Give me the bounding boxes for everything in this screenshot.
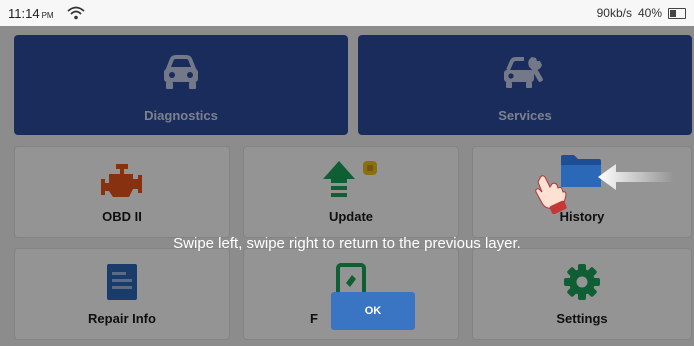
tutorial-message: Swipe left, swipe right to return to the… (173, 235, 521, 252)
ok-button[interactable]: OK (331, 292, 415, 330)
status-time: 11:14 PM (8, 6, 54, 21)
status-bar: 11:14 PM 90kb/s 40% (0, 0, 694, 26)
network-speed: 90kb/s (596, 6, 632, 20)
swipe-left-arrow-icon (598, 164, 674, 190)
clock-time: 11:14 (8, 6, 40, 21)
battery-percent: 40% (637, 6, 662, 20)
battery-icon (668, 7, 686, 19)
status-right: 90kb/s 40% (597, 6, 686, 20)
clock-ampm: PM (41, 11, 54, 20)
wifi-icon (67, 6, 85, 20)
pointing-hand-icon (535, 175, 567, 214)
